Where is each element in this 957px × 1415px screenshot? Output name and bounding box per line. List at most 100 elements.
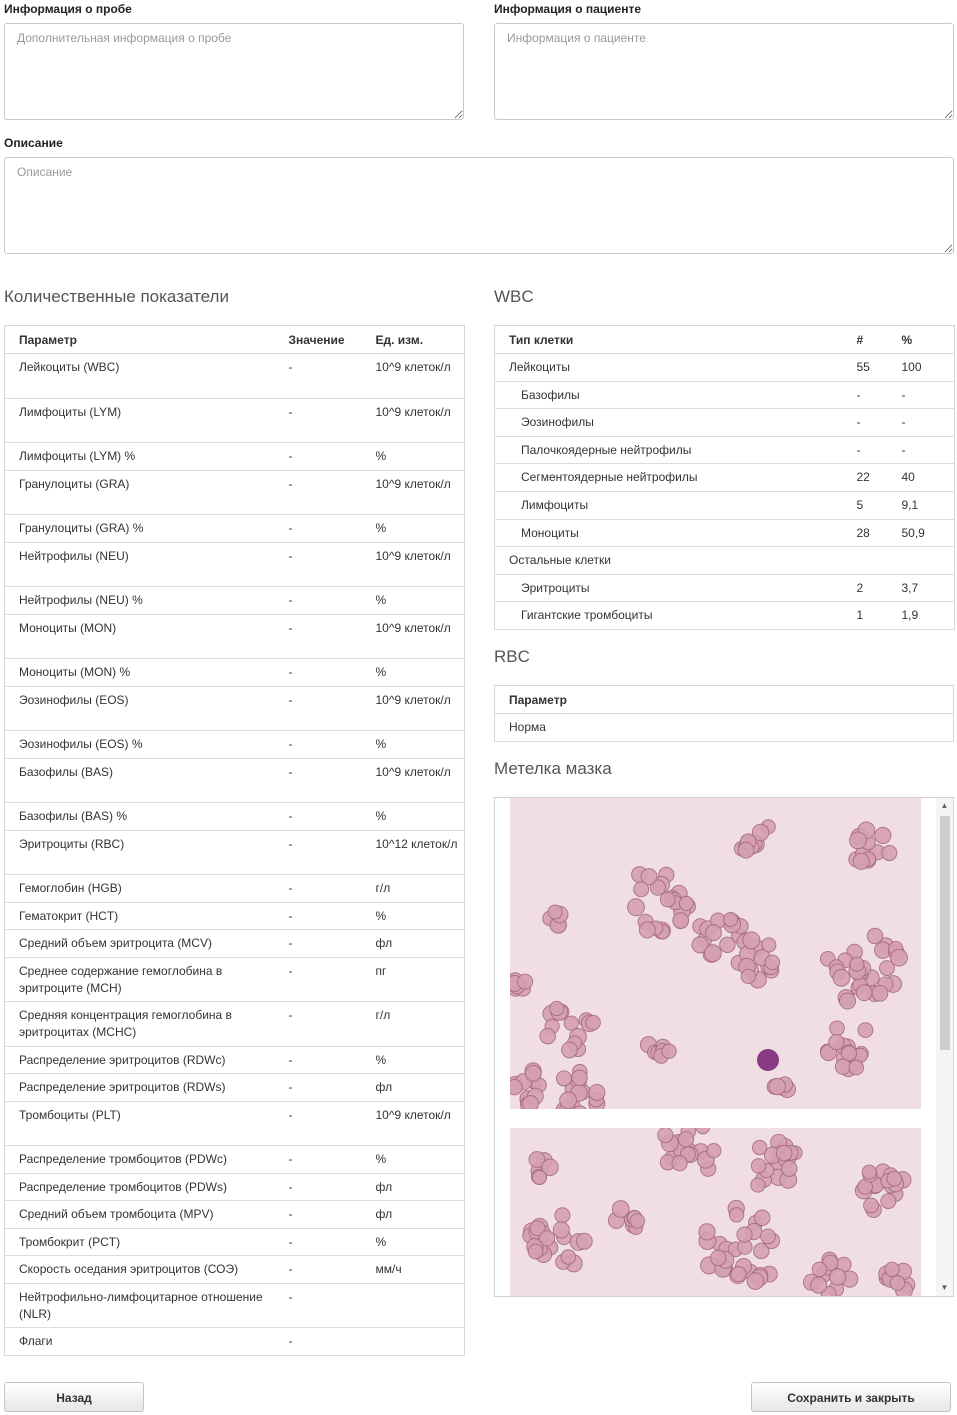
scroll-up-icon[interactable]: ▲ xyxy=(936,798,953,814)
scroll-thumb[interactable] xyxy=(940,816,950,1050)
column-header-unit: Ед. изм. xyxy=(371,325,465,354)
value-cell: - xyxy=(284,542,372,587)
rbc-value: Норма xyxy=(494,713,954,742)
unit-cell: % xyxy=(371,658,465,687)
gallery-scrollbar[interactable]: ▲ ▼ xyxy=(936,798,953,1296)
value-cell: - xyxy=(284,830,372,875)
back-button[interactable]: Назад xyxy=(4,1382,144,1412)
unit-cell: 10^9 клеток/л xyxy=(371,1101,465,1146)
table-row: Гемоглобин (HGB) - г/л xyxy=(4,874,465,903)
percent-cell: - xyxy=(901,381,955,410)
parameter-cell: Моноциты (MON) xyxy=(4,614,285,659)
table-row: Эозинофилы - - xyxy=(494,408,955,437)
unit-cell: г/л xyxy=(371,1001,465,1047)
parameter-cell: Нейтрофилы (NEU) xyxy=(4,542,285,587)
unit-cell: % xyxy=(371,586,465,615)
table-row: Нейтрофилы (NEU) -10^9 клеток/л xyxy=(4,542,465,587)
table-row: Эритроциты 2 3,7 xyxy=(494,574,955,603)
table-row: Моноциты 28 50,9 xyxy=(494,519,955,548)
column-header-percent: % xyxy=(901,325,955,354)
value-cell: - xyxy=(284,686,372,731)
unit-cell: фл xyxy=(371,929,465,958)
cell-type-cell: Эозинофилы xyxy=(494,408,857,437)
value-cell: - xyxy=(284,1001,372,1047)
value-cell: - xyxy=(284,874,372,903)
value-cell: - xyxy=(284,1046,372,1074)
parameter-cell: Эритроциты (RBC) xyxy=(4,830,285,875)
value-cell: - xyxy=(284,902,372,930)
table-row: Среднее содержание гемоглобина в эритроц… xyxy=(4,957,465,1002)
patient-info-textarea[interactable] xyxy=(494,23,954,120)
cell-type-cell: Лейкоциты xyxy=(494,353,857,382)
wbc-title: WBC xyxy=(494,287,534,306)
percent-cell: - xyxy=(901,408,955,437)
table-row: Средняя концентрация гемоглобина в эритр… xyxy=(4,1001,465,1047)
table-row: Лейкоциты 55 100 xyxy=(494,353,955,382)
count-cell: - xyxy=(856,381,902,410)
unit-cell: пг xyxy=(371,957,465,1002)
parameter-cell: Гематокрит (HCT) xyxy=(4,902,285,930)
unit-cell: % xyxy=(371,1046,465,1074)
table-row: Сегментоядерные нейтрофилы 22 40 xyxy=(494,463,955,492)
value-cell: - xyxy=(284,1200,372,1229)
table-row: Базофилы (BAS) % -% xyxy=(4,802,465,831)
table-row: Норма xyxy=(494,713,954,742)
value-cell: - xyxy=(284,442,372,471)
smear-image-2[interactable] xyxy=(510,1128,921,1297)
smear-gallery[interactable]: ▲ ▼ xyxy=(494,797,954,1297)
parameter-cell: Эозинофилы (EOS) % xyxy=(4,730,285,759)
parameter-cell: Распределение эритроцитов (RDWs) xyxy=(4,1073,285,1102)
cell-type-cell: Моноциты xyxy=(494,519,857,548)
unit-cell: 10^12 клеток/л xyxy=(371,830,465,875)
parameter-cell: Нейтрофильно-лимфоцитарное отношение (NL… xyxy=(4,1283,285,1328)
percent-cell xyxy=(901,546,955,575)
unit-cell: % xyxy=(371,1145,465,1174)
unit-cell: мм/ч xyxy=(371,1255,465,1284)
value-cell: - xyxy=(284,1228,372,1256)
value-cell: - xyxy=(284,1327,372,1356)
table-row: Эозинофилы (EOS) % -% xyxy=(4,730,465,759)
cell-type-cell: Остальные клетки xyxy=(494,546,857,575)
unit-cell xyxy=(371,1327,465,1356)
unit-cell: 10^9 клеток/л xyxy=(371,398,465,443)
unit-cell: 10^9 клеток/л xyxy=(371,614,465,659)
smear-title: Метелка мазка xyxy=(494,759,612,778)
percent-cell: 1,9 xyxy=(901,601,955,630)
parameter-cell: Лейкоциты (WBC) xyxy=(4,353,285,399)
rbc-table: Параметр Норма xyxy=(494,685,954,742)
table-row: Гранулоциты (GRA) % -% xyxy=(4,514,465,543)
count-cell: 1 xyxy=(856,601,902,630)
percent-cell: - xyxy=(901,436,955,465)
quantitative-title: Количественные показатели xyxy=(4,287,229,306)
cell-type-cell: Гигантские тромбоциты xyxy=(494,601,857,630)
value-cell: - xyxy=(284,1073,372,1102)
count-cell: 28 xyxy=(856,519,902,548)
value-cell: - xyxy=(284,514,372,543)
smear-image-1[interactable] xyxy=(510,798,921,1109)
count-cell xyxy=(856,546,902,575)
save-close-button[interactable]: Сохранить и закрыть xyxy=(751,1382,951,1412)
percent-cell: 40 xyxy=(901,463,955,492)
value-cell: - xyxy=(284,1173,372,1201)
table-row: Базофилы - - xyxy=(494,381,955,410)
description-textarea[interactable] xyxy=(4,157,954,254)
parameter-cell: Лимфоциты (LYM) xyxy=(4,398,285,443)
patient-info-label: Информация о пациенте xyxy=(494,2,642,16)
value-cell: - xyxy=(284,586,372,615)
table-row: Распределение тромбоцитов (PDWs) - фл xyxy=(4,1173,465,1201)
percent-cell: 3,7 xyxy=(901,574,955,603)
value-cell: - xyxy=(284,398,372,443)
value-cell: - xyxy=(284,730,372,759)
table-row: Скорость оседания эритроцитов (СОЭ) - мм/ч xyxy=(4,1255,465,1284)
quantitative-table: Параметр Значение Ед. изм. Лейкоциты (WB… xyxy=(4,325,465,1356)
scroll-down-icon[interactable]: ▼ xyxy=(936,1280,953,1296)
sample-info-textarea[interactable] xyxy=(4,23,464,120)
count-cell: - xyxy=(856,436,902,465)
parameter-cell: Лимфоциты (LYM) % xyxy=(4,442,285,471)
table-row: Лимфоциты 5 9,1 xyxy=(494,491,955,520)
table-row: Нейтрофилы (NEU) % -% xyxy=(4,586,465,615)
value-cell: - xyxy=(284,802,372,831)
column-header-cell-type: Тип клетки xyxy=(494,325,857,354)
unit-cell: % xyxy=(371,1228,465,1256)
parameter-cell: Распределение тромбоцитов (PDWs) xyxy=(4,1173,285,1201)
